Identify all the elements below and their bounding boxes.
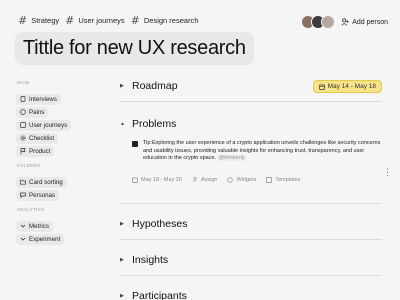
user-mention[interactable]: @kimberly	[217, 155, 246, 161]
section-title: Insights	[132, 254, 169, 266]
sidebar-item-label: Experiment	[29, 235, 61, 243]
hash-icon: #	[65, 14, 75, 27]
task-checkbox[interactable]	[132, 141, 138, 147]
widgets-icon	[227, 176, 234, 183]
chevron-down-icon	[20, 237, 26, 241]
chevron-down-icon[interactable]: ▲	[120, 121, 130, 127]
section-title: Roadmap	[132, 80, 178, 92]
clip-icon	[193, 176, 197, 182]
templates-icon	[266, 176, 273, 183]
tip-body: Tip:Exploring the user experience of a c…	[143, 140, 381, 161]
section-insights: ▶ Insights	[120, 250, 382, 276]
meta-widgets-text: Widgets	[236, 176, 257, 183]
section-roadmap: ▶ Roadmap May 14 - May 18	[120, 76, 382, 102]
tag-bar: # Strategy # User journeys # Design rese…	[18, 14, 198, 27]
tag-label: User journeys	[78, 16, 125, 25]
sidebar-item-personas[interactable]: Personas	[16, 189, 60, 201]
section-header[interactable]: ▶ Participants	[120, 286, 382, 300]
section-participants: ▶ Participants	[120, 286, 382, 300]
tip-block: Tip:Exploring the user experience of a c…	[132, 140, 382, 163]
sidebar: MAIN Interviews Pains User journeys Chec…	[16, 80, 96, 251]
section-header[interactable]: ▶ Insights	[120, 250, 382, 270]
page-title[interactable]: Tittle for new UX research	[15, 32, 254, 65]
section-title: Hypotheses	[132, 218, 188, 230]
hash-icon: #	[130, 14, 140, 27]
tag-label: Strategy	[31, 16, 60, 25]
tag-user-journeys[interactable]: # User journeys	[65, 14, 125, 27]
meta-date-text: May 18 - May 20	[141, 176, 182, 183]
date-range-text: May 14 - May 18	[327, 83, 376, 90]
chevron-right-icon[interactable]: ▶	[120, 83, 130, 89]
section-header[interactable]: ▲ Problems	[120, 114, 382, 134]
chevron-right-icon[interactable]: ▶	[120, 293, 130, 299]
sidebar-item-label: Personas	[29, 191, 56, 199]
main-content: ▶ Roadmap May 14 - May 18 ▲ Problems Tip…	[120, 76, 382, 300]
section-label-folders: FOLDERS	[17, 163, 41, 168]
avatar-group[interactable]	[301, 15, 336, 29]
meta-assign[interactable]: Assign	[192, 176, 218, 183]
calendar-icon	[318, 84, 325, 90]
flag-icon	[20, 148, 26, 154]
meta-templates-text: Templates	[275, 176, 301, 183]
tag-label: Design research	[143, 16, 199, 25]
add-user-icon	[341, 18, 349, 26]
sidebar-item-label: Product	[29, 147, 51, 155]
add-person-button[interactable]: Add person	[341, 18, 388, 26]
task-meta-row: May 18 - May 20 Assign Widgets Templates	[132, 177, 382, 183]
hash-icon: #	[18, 14, 28, 27]
meta-templates[interactable]: Templates	[266, 177, 300, 183]
section-label-analytics: ANALYTICS	[17, 207, 45, 212]
chat-icon	[20, 192, 26, 198]
collaborators: Add person	[301, 15, 388, 29]
add-person-label: Add person	[352, 18, 388, 26]
section-header[interactable]: ▶ Hypotheses	[120, 214, 382, 234]
date-range-badge[interactable]: May 14 - May 18	[312, 80, 382, 93]
tag-design-research[interactable]: # Design research	[131, 14, 199, 27]
sidebar-item-product[interactable]: Product	[16, 145, 55, 157]
more-options-icon[interactable]: ⋮	[383, 167, 392, 178]
meta-date[interactable]: May 18 - May 20	[132, 177, 182, 183]
chevron-right-icon[interactable]: ▶	[120, 221, 130, 227]
tag-strategy[interactable]: # Strategy	[18, 14, 59, 27]
section-hypotheses: ▶ Hypotheses	[120, 214, 382, 240]
section-title: Participants	[132, 290, 187, 300]
meta-assign-text: Assign	[200, 176, 218, 183]
tip-text[interactable]: Tip:Exploring the user experience of a c…	[143, 140, 382, 163]
section-label-main: MAIN	[17, 80, 30, 85]
meta-widgets[interactable]: Widgets	[227, 177, 256, 183]
chevron-right-icon[interactable]: ▶	[120, 257, 130, 263]
calendar-icon	[132, 177, 138, 183]
section-title: Problems	[132, 118, 177, 130]
section-problems: ▲ Problems Tip:Exploring the user experi…	[120, 114, 382, 204]
avatar[interactable]	[321, 15, 336, 29]
sidebar-item-experiment[interactable]: Experiment	[16, 233, 65, 245]
